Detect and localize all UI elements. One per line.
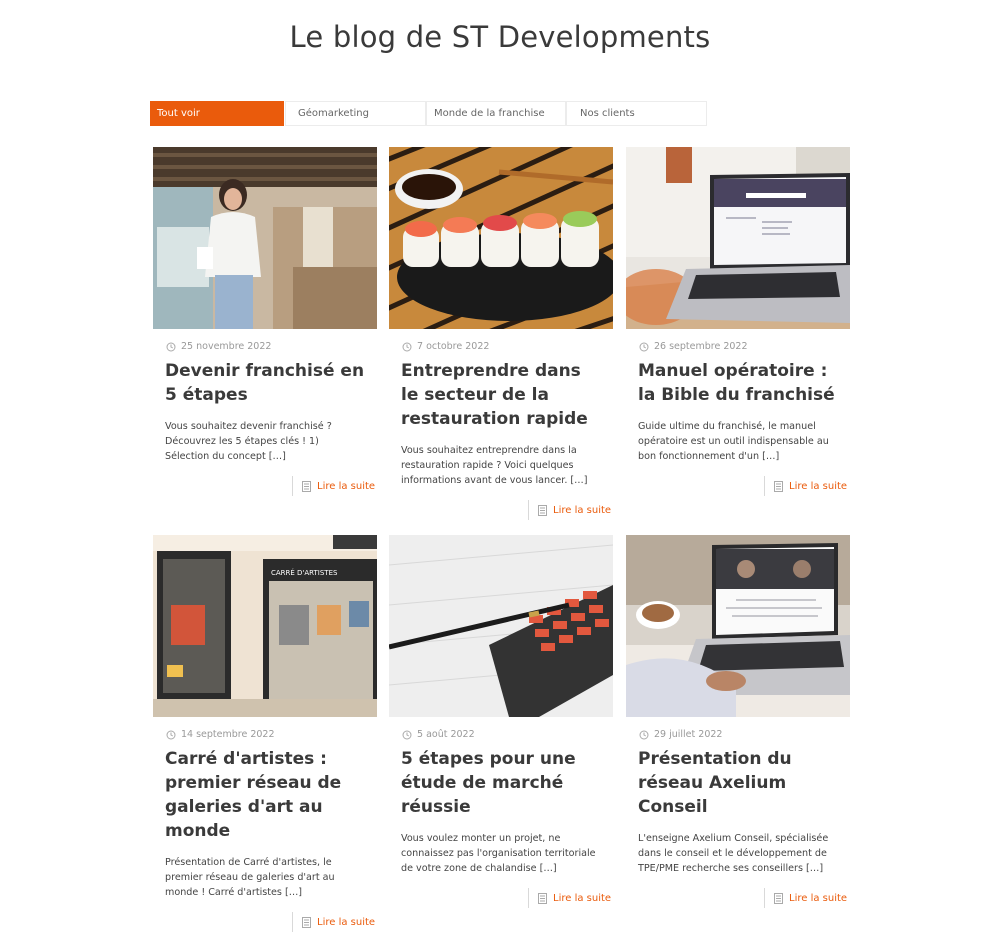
woman-in-cafe-photo xyxy=(153,147,377,329)
post-date: 5 août 2022 xyxy=(402,729,613,740)
post-title[interactable]: 5 étapes pour une étude de marché réussi… xyxy=(401,747,601,819)
post-title[interactable]: Devenir franchisé en 5 étapes xyxy=(165,359,365,407)
post-card: 25 novembre 2022 Devenir franchisé en 5 … xyxy=(153,147,377,464)
laptop-on-desk-photo xyxy=(626,147,850,329)
document-icon xyxy=(302,916,311,928)
post-date-text: 7 octobre 2022 xyxy=(417,341,490,352)
post-thumbnail[interactable] xyxy=(389,535,613,717)
read-more-label: Lire la suite xyxy=(789,480,848,492)
read-more-link[interactable]: Lire la suite xyxy=(764,476,847,496)
clock-icon xyxy=(166,342,176,351)
calculator-and-pen-photo xyxy=(389,535,613,717)
post-date: 14 septembre 2022 xyxy=(166,729,377,740)
document-icon xyxy=(302,480,311,492)
post-excerpt: Vous voulez monter un projet, ne connais… xyxy=(401,833,596,874)
post-date: 26 septembre 2022 xyxy=(639,341,850,352)
category-filter-bar: Tout voir Géomarketing Monde de la franc… xyxy=(150,101,707,126)
post-thumbnail[interactable] xyxy=(389,147,613,329)
post-excerpt: L'enseigne Axelium Conseil, spécialisée … xyxy=(638,833,829,874)
post-date: 25 novembre 2022 xyxy=(166,341,377,352)
read-more-link[interactable]: Lire la suite xyxy=(292,912,375,932)
filter-tab-all[interactable]: Tout voir xyxy=(150,101,284,126)
sushi-plate-photo xyxy=(389,147,613,329)
post-card: CARRÉ D'ARTISTES 14 septembre 2022 Carré… xyxy=(153,535,377,900)
post-thumbnail[interactable] xyxy=(626,147,850,329)
art-gallery-storefront-photo: CARRÉ D'ARTISTES xyxy=(153,535,377,717)
post-excerpt: Vous souhaitez devenir franchisé ? Décou… xyxy=(165,421,332,462)
post-thumbnail[interactable] xyxy=(626,535,850,717)
post-date-text: 14 septembre 2022 xyxy=(181,729,275,740)
read-more-label: Lire la suite xyxy=(317,480,376,492)
document-icon xyxy=(774,480,783,492)
post-date: 29 juillet 2022 xyxy=(639,729,850,740)
read-more-link[interactable]: Lire la suite xyxy=(764,888,847,908)
post-card: 5 août 2022 5 étapes pour une étude de m… xyxy=(389,535,613,876)
read-more-label: Lire la suite xyxy=(553,892,612,904)
post-card: 26 septembre 2022 Manuel opératoire : la… xyxy=(626,147,850,464)
post-excerpt: Vous souhaitez entreprendre dans la rest… xyxy=(401,445,588,486)
read-more-label: Lire la suite xyxy=(789,892,848,904)
post-date-text: 5 août 2022 xyxy=(417,729,475,740)
document-icon xyxy=(774,892,783,904)
post-card: 7 octobre 2022 Entreprendre dans le sect… xyxy=(389,147,613,488)
post-title[interactable]: Carré d'artistes : premier réseau de gal… xyxy=(165,747,365,843)
post-title[interactable]: Présentation du réseau Axelium Conseil xyxy=(638,747,838,819)
read-more-link[interactable]: Lire la suite xyxy=(528,500,611,520)
post-thumbnail[interactable] xyxy=(153,147,377,329)
read-more-link[interactable]: Lire la suite xyxy=(528,888,611,908)
clock-icon xyxy=(639,342,649,351)
gallery-sign-text: CARRÉ D'ARTISTES xyxy=(271,568,338,577)
filter-tab-franchise-world[interactable]: Monde de la franchise xyxy=(426,101,566,126)
post-title[interactable]: Entreprendre dans le secteur de la resta… xyxy=(401,359,601,431)
filter-tab-geomarketing[interactable]: Géomarketing xyxy=(285,101,426,126)
post-excerpt: Guide ultime du franchisé, le manuel opé… xyxy=(638,421,829,462)
post-title[interactable]: Manuel opératoire : la Bible du franchis… xyxy=(638,359,838,407)
post-thumbnail[interactable]: CARRÉ D'ARTISTES xyxy=(153,535,377,717)
clock-icon xyxy=(402,730,412,739)
read-more-link[interactable]: Lire la suite xyxy=(292,476,375,496)
read-more-label: Lire la suite xyxy=(553,504,612,516)
clock-icon xyxy=(402,342,412,351)
post-date-text: 25 novembre 2022 xyxy=(181,341,272,352)
document-icon xyxy=(538,892,547,904)
post-excerpt: Présentation de Carré d'artistes, le pre… xyxy=(165,857,335,898)
document-icon xyxy=(538,504,547,516)
post-date-text: 29 juillet 2022 xyxy=(654,729,723,740)
read-more-label: Lire la suite xyxy=(317,916,376,928)
post-date: 7 octobre 2022 xyxy=(402,341,613,352)
post-card: 29 juillet 2022 Présentation du réseau A… xyxy=(626,535,850,876)
clock-icon xyxy=(639,730,649,739)
filter-tab-clients[interactable]: Nos clients xyxy=(566,101,707,126)
clock-icon xyxy=(166,730,176,739)
page-title: Le blog de ST Developments xyxy=(289,20,711,54)
post-date-text: 26 septembre 2022 xyxy=(654,341,748,352)
laptop-with-coffee-photo xyxy=(626,535,850,717)
